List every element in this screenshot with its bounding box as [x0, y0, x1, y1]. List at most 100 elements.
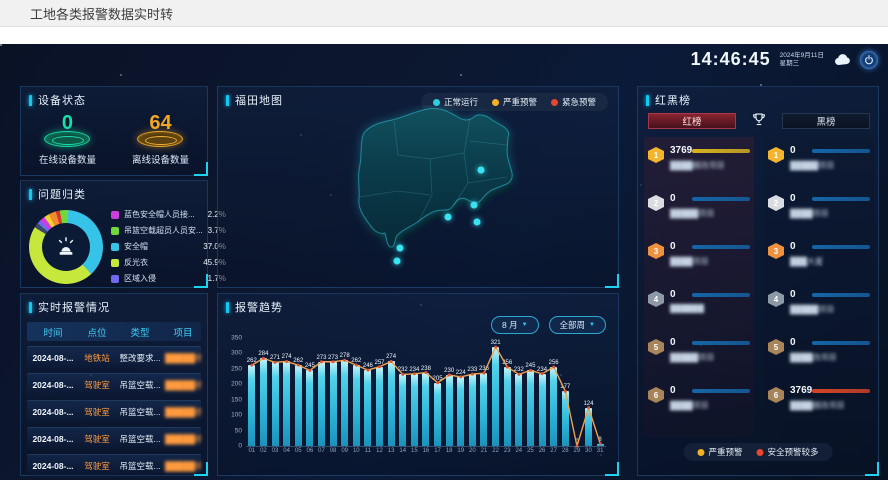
clock-date: 2024年9月11日 星期三 [780, 52, 824, 68]
ranking-legend: 严重预警 安全预警较多 [683, 443, 832, 461]
x-tick: 09 [339, 448, 351, 454]
rank-value: 3769 [670, 145, 692, 156]
site-marker[interactable] [471, 202, 478, 209]
legend-severe-warning: 严重预警 [697, 446, 742, 458]
rank-entry: 3 0 ███大厦 [768, 235, 870, 283]
tab-black-list[interactable]: 黑榜 [782, 113, 870, 129]
chevron-down-icon: ▼ [589, 322, 595, 328]
y-tick: 350 [231, 335, 242, 342]
title-accent [226, 302, 229, 313]
project-name: █████项目 [670, 352, 750, 363]
window-title: 工地各类报警数据实时转 [30, 4, 173, 23]
x-tick: 10 [350, 448, 362, 454]
x-tick: 19 [455, 448, 467, 454]
alarm-table: 时间 点位 类型 项目 2024-08-...地铁站整改要求...█████楼.… [21, 318, 207, 476]
trend-line-overlay [246, 338, 606, 446]
rank-value: 0 [670, 193, 676, 204]
rank-value: 0 [790, 289, 796, 300]
panel-device-status: 设备状态 0 在线设备数量 64 离线设备数量 [20, 86, 208, 176]
week-dropdown[interactable]: 全部周▼ [549, 316, 606, 334]
x-tick: 03 [269, 448, 281, 454]
ranking-lists: 1 3769 ████棚改项目2 0 █████项目3 0 ████项目4 0 … [638, 137, 880, 437]
rank-bar [812, 197, 870, 201]
panel-title: 设备状态 [38, 92, 86, 108]
rank-bar [812, 293, 870, 297]
chevron-down-icon: ▼ [522, 322, 528, 328]
rank-entry: 2 0 █████项目 [648, 187, 750, 235]
medal-badge: 4 [768, 291, 784, 307]
site-marker[interactable] [445, 214, 452, 221]
x-tick: 11 [362, 448, 374, 454]
x-tick: 15 [409, 448, 421, 454]
site-marker[interactable] [394, 258, 401, 265]
online-label: 在线设备数量 [39, 152, 96, 166]
x-tick: 05 [292, 448, 304, 454]
x-tick: 31 [594, 448, 606, 454]
medal-badge: 2 [768, 195, 784, 211]
cloud-icon [833, 51, 851, 69]
x-tick: 04 [281, 448, 293, 454]
problem-donut-chart [29, 210, 103, 284]
rank-value: 0 [790, 241, 796, 252]
site-marker[interactable] [474, 219, 481, 226]
x-tick: 29 [571, 448, 583, 454]
clock-header: 14:46:45 2024年9月11日 星期三 [691, 49, 878, 70]
project-name: █████项目 [670, 208, 750, 219]
x-tick: 24 [513, 448, 525, 454]
x-tick: 12 [374, 448, 386, 454]
alarm-table-body: 2024-08-...地铁站整改要求...█████楼...2024-08-..… [27, 346, 201, 476]
x-tick: 13 [385, 448, 397, 454]
medal-badge: 2 [648, 195, 664, 211]
alarm-table-header: 时间 点位 类型 项目 [27, 322, 201, 341]
tab-red-list[interactable]: 红榜 [648, 113, 736, 129]
starfield-decoration [0, 44, 2, 46]
panel-red-black-ranking: 红黑榜 红榜 黑榜 1 3769 ████棚改项目2 0 [637, 86, 879, 476]
medal-badge: 1 [768, 147, 784, 163]
trend-plot: 2622842712742622452732732782622462572742… [246, 338, 606, 446]
rank-entry: 6 0 ████项目 [648, 379, 750, 427]
x-tick: 30 [583, 448, 595, 454]
rank-entry: 2 0 ████项目 [768, 187, 870, 235]
panel-realtime-alarms: 实时报警情况 时间 点位 类型 项目 2024-08-...地铁站整改要求...… [20, 293, 208, 476]
rank-bar [692, 149, 750, 153]
x-tick: 23 [501, 448, 513, 454]
x-tick: 20 [467, 448, 479, 454]
red-list-column: 1 3769 ████棚改项目2 0 █████项目3 0 ████项目4 0 … [644, 137, 754, 437]
trophy-icon [750, 111, 768, 134]
table-row: 2024-08-...驾驶室吊篮空载...█████楼... [27, 400, 201, 422]
y-tick: 50 [235, 427, 242, 434]
rank-value: 0 [670, 241, 676, 252]
y-tick: 250 [231, 365, 242, 372]
rank-value: 0 [790, 337, 796, 348]
panel-title: 报警趋势 [235, 299, 283, 315]
project-name: ████棚改项目 [790, 400, 870, 411]
x-tick: 27 [548, 448, 560, 454]
title-accent [29, 189, 32, 200]
month-dropdown[interactable]: 8 月▼ [491, 316, 539, 334]
site-marker[interactable] [397, 245, 404, 252]
trend-y-axis: 050100150200250300350 [222, 338, 244, 446]
rank-value: 0 [670, 385, 676, 396]
window-titlebar: 工地各类报警数据实时转 [0, 0, 888, 27]
ranking-tabs: 红榜 黑榜 [638, 111, 880, 131]
online-count: 0 [62, 113, 73, 133]
pedestal-icon [137, 131, 183, 147]
x-tick: 02 [258, 448, 270, 454]
rank-value: 0 [790, 193, 796, 204]
district-map [218, 105, 620, 289]
table-row: 2024-08-...驾驶室吊篮空载...█████楼... [27, 427, 201, 449]
trend-filters: 8 月▼ 全部周▼ [491, 316, 606, 334]
legend-item: 反光衣45.9% [111, 257, 226, 268]
power-button[interactable] [860, 51, 878, 69]
screen: 工地各类报警数据实时转 14:46:45 2024年9月11日 星期三 设备状态 [0, 0, 888, 480]
rank-entry: 1 0 █████项目 [768, 139, 870, 187]
medal-badge: 4 [648, 291, 664, 307]
stat-offline-devices: 64 离线设备数量 [132, 113, 189, 166]
x-tick: 25 [525, 448, 537, 454]
rank-value: 0 [670, 337, 676, 348]
dashboard: 14:46:45 2024年9月11日 星期三 设备状态 0 在线设备数量 [0, 44, 888, 480]
rank-value: 3769 [790, 385, 812, 396]
title-accent [29, 302, 32, 313]
problem-legend: 蓝色安全帽人员接...2.2%吊篮空载超员人员安...3.7%安全帽37.0%反… [111, 209, 226, 284]
site-marker[interactable] [478, 167, 485, 174]
